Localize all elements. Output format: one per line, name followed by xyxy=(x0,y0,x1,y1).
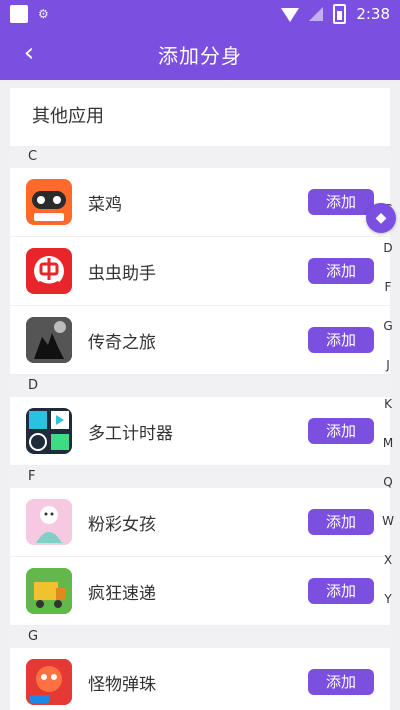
chongchong-app-icon xyxy=(26,248,72,294)
index-letter[interactable]: G xyxy=(380,307,396,346)
section-header-d: D xyxy=(10,375,390,397)
add-button[interactable]: 添加 xyxy=(308,258,374,284)
add-button[interactable]: 添加 xyxy=(308,669,374,695)
index-letter[interactable]: X xyxy=(380,541,396,580)
battery-icon xyxy=(333,4,347,24)
index-letter[interactable]: D xyxy=(380,229,396,268)
index-letter[interactable]: K xyxy=(380,385,396,424)
app-name: 粉彩女孩 xyxy=(88,514,156,535)
alphabet-index[interactable]: C D F G J K M Q W X Y xyxy=(380,190,396,619)
app-row: 传奇之旅 添加 xyxy=(10,306,390,375)
card-title: 其他应用 xyxy=(32,106,104,127)
pastel-girl-app-icon xyxy=(26,499,72,545)
index-letter[interactable]: Y xyxy=(380,580,396,619)
app-name: 虫虫助手 xyxy=(88,263,156,284)
app-header: ‹ 添加分身 xyxy=(0,28,400,80)
app-row: 怪物弹珠 添加 xyxy=(10,648,390,710)
diamond-icon: ◆ xyxy=(375,210,387,226)
section-header-g: G xyxy=(10,626,390,648)
app-name: 怪物弹珠 xyxy=(88,674,156,695)
index-letter[interactable]: J xyxy=(380,346,396,385)
app-row: 虫虫助手 添加 xyxy=(10,237,390,306)
section-header-f: F xyxy=(10,466,390,488)
floating-assistant-button[interactable]: ◆ xyxy=(366,203,396,233)
app-row: 菜鸡 添加 xyxy=(10,168,390,237)
app-name: 菜鸡 xyxy=(88,194,122,215)
add-button[interactable]: 添加 xyxy=(308,578,374,604)
notification-icon xyxy=(10,5,28,23)
app-row: 多工计时器 添加 xyxy=(10,397,390,466)
index-letter[interactable]: F xyxy=(380,268,396,307)
index-letter[interactable]: W xyxy=(380,502,396,541)
status-bar: ⚙ 2:38 xyxy=(0,0,400,28)
add-button[interactable]: 添加 xyxy=(308,189,374,215)
page-title: 添加分身 xyxy=(158,44,242,68)
timer-app-icon xyxy=(26,408,72,454)
caiji-app-icon xyxy=(26,179,72,225)
add-button[interactable]: 添加 xyxy=(308,327,374,353)
app-name: 多工计时器 xyxy=(88,423,173,444)
status-small-icon: ⚙ xyxy=(38,7,49,21)
index-letter[interactable]: Q xyxy=(380,463,396,502)
app-name: 传奇之旅 xyxy=(88,332,156,353)
status-time: 2:38 xyxy=(356,5,390,23)
app-name: 疯狂速递 xyxy=(88,583,156,604)
app-row: 疯狂速递 添加 xyxy=(10,557,390,626)
signal-icon xyxy=(309,7,324,21)
section-header-c: C xyxy=(10,146,390,168)
add-button[interactable]: 添加 xyxy=(308,418,374,444)
index-letter[interactable]: M xyxy=(380,424,396,463)
monster-marbles-app-icon xyxy=(26,659,72,705)
add-button[interactable]: 添加 xyxy=(308,509,374,535)
app-row: 粉彩女孩 添加 xyxy=(10,488,390,557)
apps-card: 其他应用 C 菜鸡 添加 虫虫助手 添加 传奇之旅 添加 D 多工计时器 添加 … xyxy=(10,88,390,710)
wifi-icon xyxy=(281,8,300,22)
chuanqi-app-icon xyxy=(26,317,72,363)
crazy-delivery-app-icon xyxy=(26,568,72,614)
